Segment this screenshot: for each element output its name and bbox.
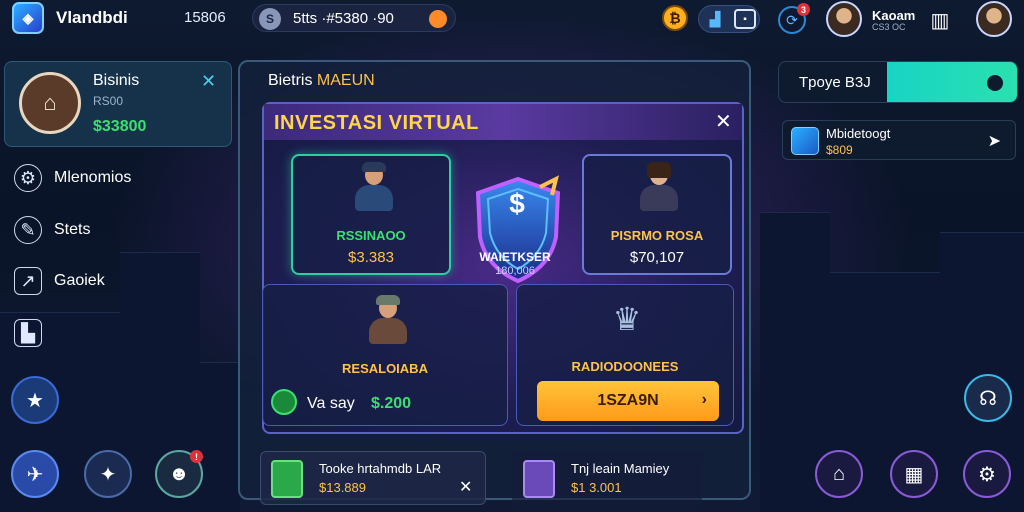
box-icon (271, 460, 303, 498)
outer-title-main: Bietris (268, 72, 313, 89)
sidebar-item-1[interactable]: ⚙ Mlenomios (14, 164, 131, 192)
notification-badge: ! (190, 450, 203, 463)
ticket-icon: ✦ (99, 463, 117, 486)
right-card-title: Mbidetoogt (826, 126, 891, 141)
gear-icon: ⚙ (978, 463, 996, 486)
home-icon: ⌂ (43, 90, 57, 115)
daily-value: $.200 (371, 395, 412, 412)
bottom-card-1[interactable]: Tooke hrtahmdb LAR $13.889 ✕ (260, 451, 486, 505)
investor-avatar (365, 295, 409, 345)
profile-card[interactable]: ⌂ Bisinis RS00 $33800 ✕ (4, 61, 232, 147)
gift-icon: ▦ (904, 463, 924, 486)
rocket-button[interactable]: ✈ (11, 450, 59, 498)
invest-card-3[interactable]: RESALOIABA Va say $.200 (262, 284, 508, 426)
search-icon[interactable] (987, 75, 1003, 91)
chat-icon: ☊ (979, 387, 997, 410)
invest-card-name: RSSINAOO (336, 228, 406, 243)
friend-avatar[interactable] (976, 1, 1012, 37)
bitcoin-badge-icon[interactable]: ₿ (662, 5, 688, 31)
send-arrow-icon[interactable]: ➤ (988, 131, 1001, 151)
search-label: Tpoye B3J (799, 74, 871, 91)
star-icon: ★ (26, 389, 44, 412)
ticket-button[interactable]: ✦ (84, 450, 132, 498)
user-name: Kaoam (872, 8, 916, 23)
invest-modal-title: INVESTASI VIRTUAL (274, 112, 479, 134)
building-icon[interactable]: ▟ (704, 9, 726, 29)
shield-icon: ◈ (22, 9, 34, 26)
outer-modal-title: Bietris MAEUN (268, 72, 375, 90)
shield-icon (791, 127, 819, 155)
bottom-card-value: $13.889 (319, 480, 366, 495)
chat-button[interactable]: ☊ (964, 374, 1012, 422)
investor-avatar (351, 162, 395, 212)
sidebar-item-2[interactable]: ✎ Stets (14, 216, 90, 244)
orb-icon (429, 10, 447, 28)
investor-avatar (636, 162, 680, 212)
home-icon: ⌂ (832, 462, 846, 485)
rocket-icon: ✈ (26, 463, 44, 486)
close-icon[interactable]: ✕ (201, 72, 216, 90)
invest-card-name: PISRMO ROSA (610, 228, 704, 243)
profile-balance: $33800 (93, 118, 147, 135)
chevron-right-icon: › (701, 391, 707, 408)
app-title: Vlandbdi (56, 8, 128, 27)
top-bar: ◈ Vlandbdi 15806 S 5tts ·#5380 ·90 ₿ ▟ ▪… (0, 0, 1024, 38)
notification-count: 3 (797, 3, 810, 16)
right-info-card[interactable]: Mbidetoogt $809 ➤ (782, 120, 1016, 160)
right-search-bar[interactable]: Tpoye B3J (778, 61, 1018, 103)
user-icon: ☻ (168, 462, 190, 485)
gear-icon: ⚙ (14, 164, 42, 192)
profile-name: Bisinis (93, 72, 140, 89)
chart-icon: ↗ (14, 267, 42, 295)
modal-close-icon[interactable]: ✕ (715, 112, 732, 132)
right-card-value: $809 (826, 143, 853, 157)
invest-card-2[interactable]: PISRMO ROSA $70,107 (582, 154, 732, 275)
settings-button[interactable]: ⚙ (963, 450, 1011, 498)
shield-value: 180,006 (495, 265, 535, 277)
daily-coin-icon (271, 389, 297, 415)
user-avatar[interactable] (826, 1, 862, 37)
invest-card-amount: $70,107 (629, 249, 685, 266)
home-button[interactable]: ⌂ (815, 450, 863, 498)
shield-symbol: $ (509, 188, 525, 219)
coin-icon: S (259, 8, 281, 30)
invest-card-amount: $3.383 (348, 249, 394, 266)
pen-icon: ✎ (14, 216, 42, 244)
sidebar-item-4[interactable]: ▙ (14, 319, 54, 347)
currency-pill[interactable]: S 5tts ·#5380 ·90 (252, 4, 456, 32)
bottom-card-title: Tnj leain Mamiey (571, 461, 670, 476)
trophy-icon: ♛ (612, 301, 642, 337)
sidebar-item-label: Mlenomios (54, 169, 132, 186)
bottom-card-title: Tooke hrtahmdb LAR (319, 461, 442, 476)
bar-chart-icon: ▙ (14, 319, 42, 347)
bottom-card-2[interactable]: Tnj leain Mamiey $1 3.001 (512, 451, 702, 505)
user-sub: CS3 OC (872, 22, 906, 32)
invest-card-1[interactable]: RSSINAOO $3.383 (291, 154, 451, 275)
favorite-button[interactable]: ★ (11, 376, 59, 424)
profile-avatar: ⌂ (19, 72, 81, 134)
outer-title-accent: MAEUN (316, 72, 375, 89)
invest-card-name: RESALOIABA (342, 361, 428, 376)
bottom-card-value: $1 3.001 (571, 480, 622, 495)
invest-button-label: 1SZA9N (597, 392, 659, 409)
invest-button[interactable]: 1SZA9N › (537, 381, 719, 421)
profile-sub: RS00 (93, 94, 124, 108)
daily-label: Va say (307, 395, 355, 412)
menu-grid-icon[interactable]: ▥ (926, 7, 954, 33)
close-icon[interactable]: ✕ (459, 480, 472, 496)
app-logo[interactable]: ◈ (12, 2, 44, 34)
currency-pill-text: 5tts ·#5380 ·90 (293, 10, 394, 27)
top-stat-value: 15806 (184, 9, 226, 26)
crate-icon (523, 460, 555, 498)
shield-label: WAIETKSER (479, 250, 551, 264)
gift-button[interactable]: ▦ (890, 450, 938, 498)
sidebar-item-3[interactable]: ↗ Gaoiek (14, 267, 105, 295)
invest-card-name: RADIODOONEES (571, 359, 679, 374)
image-icon[interactable]: ▪ (734, 9, 756, 29)
sidebar-item-label: Gaoiek (54, 272, 105, 289)
sidebar-item-label: Stets (54, 221, 91, 238)
